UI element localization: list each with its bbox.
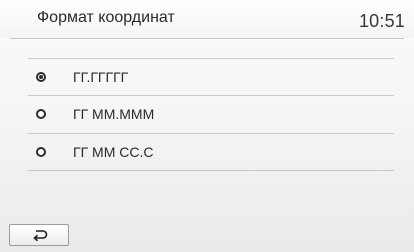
radio-button[interactable]	[36, 109, 46, 119]
row-divider	[28, 58, 394, 59]
option-label: ГГ ММ.МММ	[73, 106, 155, 122]
row-divider	[28, 95, 394, 96]
row-divider	[28, 170, 394, 171]
row-divider	[28, 133, 394, 134]
back-button[interactable]	[9, 224, 69, 246]
header-divider	[10, 38, 404, 39]
screen: Формат координат 10:51 ГГ.ГГГГГ ГГ ММ.ММ…	[0, 0, 414, 252]
header-bar: Формат координат 10:51	[0, 0, 414, 38]
option-row-dd[interactable]: ГГ.ГГГГГ	[0, 60, 414, 95]
option-row-dms[interactable]: ГГ ММ СС.С	[0, 135, 414, 170]
option-label: ГГ.ГГГГГ	[73, 69, 129, 85]
back-arrow-icon	[33, 230, 48, 241]
page-title: Формат координат	[37, 9, 175, 26]
radio-button-selected[interactable]	[36, 72, 46, 82]
option-label: ГГ ММ СС.С	[73, 144, 154, 160]
clock: 10:51	[358, 11, 405, 31]
option-row-dm[interactable]: ГГ ММ.МММ	[0, 97, 414, 132]
radio-button[interactable]	[36, 147, 46, 157]
